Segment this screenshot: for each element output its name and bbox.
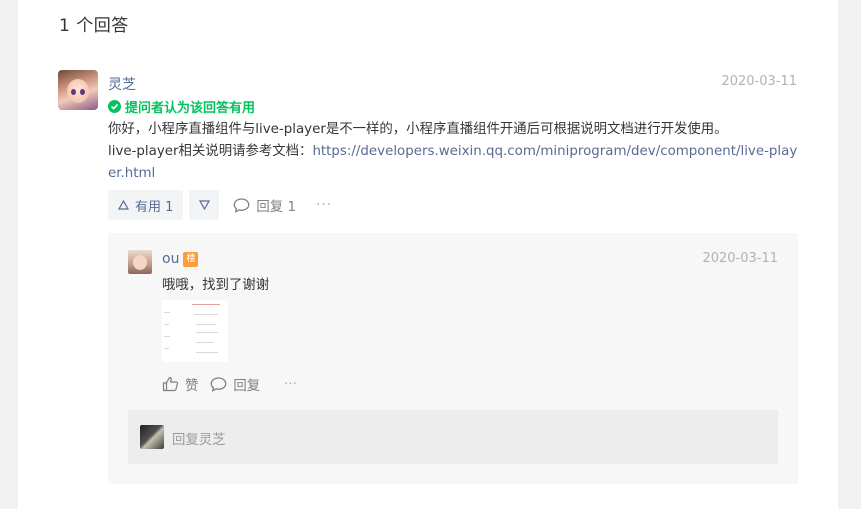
comment-text: 哦哦，找到了谢谢 <box>162 278 270 293</box>
answer-author-name[interactable]: 灵芝 <box>108 74 136 94</box>
check-circle-icon <box>108 100 121 113</box>
floor-badge: 楼 <box>183 251 199 267</box>
reply-input-placeholder: 回复灵芝 <box>172 433 226 448</box>
triangle-down-icon <box>198 200 210 210</box>
accepted-answer-badge: 提问者认为该回答有用 <box>108 97 255 116</box>
like-label[interactable]: 赞 <box>185 374 198 394</box>
answer-actions: 有用 1 回复 1 ··· <box>108 190 332 220</box>
thumbs-up-icon[interactable] <box>162 376 179 392</box>
current-user-avatar <box>140 425 164 449</box>
answer-text-ref: live-player相关说明请参考文档：https://developers.… <box>108 141 798 185</box>
comment-author-avatar[interactable] <box>128 250 152 274</box>
accepted-answer-label: 提问者认为该回答有用 <box>125 101 256 116</box>
answer-text-prefix: live-player相关说明请参考文档： <box>108 144 313 159</box>
answer-text-line: 你好，小程序直播组件与live-player是不一样的，小程序直播组件开通后可根… <box>108 122 728 137</box>
comment-bubble-icon[interactable] <box>210 376 227 392</box>
comment-author: ou 楼 <box>162 251 199 267</box>
answer-body: 你好，小程序直播组件与live-player是不一样的，小程序直播组件开通后可根… <box>108 119 798 185</box>
comment-date: 2020-03-11 <box>702 251 778 266</box>
answer-reply-button[interactable]: 回复 1 <box>233 195 296 215</box>
comment-reply-label[interactable]: 回复 <box>233 374 260 394</box>
answer-reply-label: 回复 1 <box>256 200 296 215</box>
comment-bubble-icon <box>234 197 250 213</box>
not-useful-button[interactable] <box>189 190 220 220</box>
answer-more-icon[interactable]: ··· <box>316 197 332 213</box>
answer-author-avatar[interactable] <box>58 70 98 110</box>
answers-count-heading: 1 个回答 <box>59 16 129 36</box>
comment-image-thumbnail[interactable] <box>162 300 228 362</box>
comment-actions: 赞 回复 ··· <box>162 373 297 395</box>
useful-button-label: 有用 1 <box>135 199 174 215</box>
comment-author-name[interactable]: ou <box>162 251 179 267</box>
comment-more-icon[interactable]: ··· <box>284 377 297 392</box>
reply-input[interactable]: 回复灵芝 <box>128 410 778 464</box>
useful-button[interactable]: 有用 1 <box>108 190 184 220</box>
comments-panel: ou 楼 2020-03-11 哦哦，找到了谢谢 赞 回复 ··· 回复灵芝 <box>108 233 798 484</box>
answer-date: 2020-03-11 <box>721 74 797 89</box>
triangle-up-icon <box>118 200 129 210</box>
